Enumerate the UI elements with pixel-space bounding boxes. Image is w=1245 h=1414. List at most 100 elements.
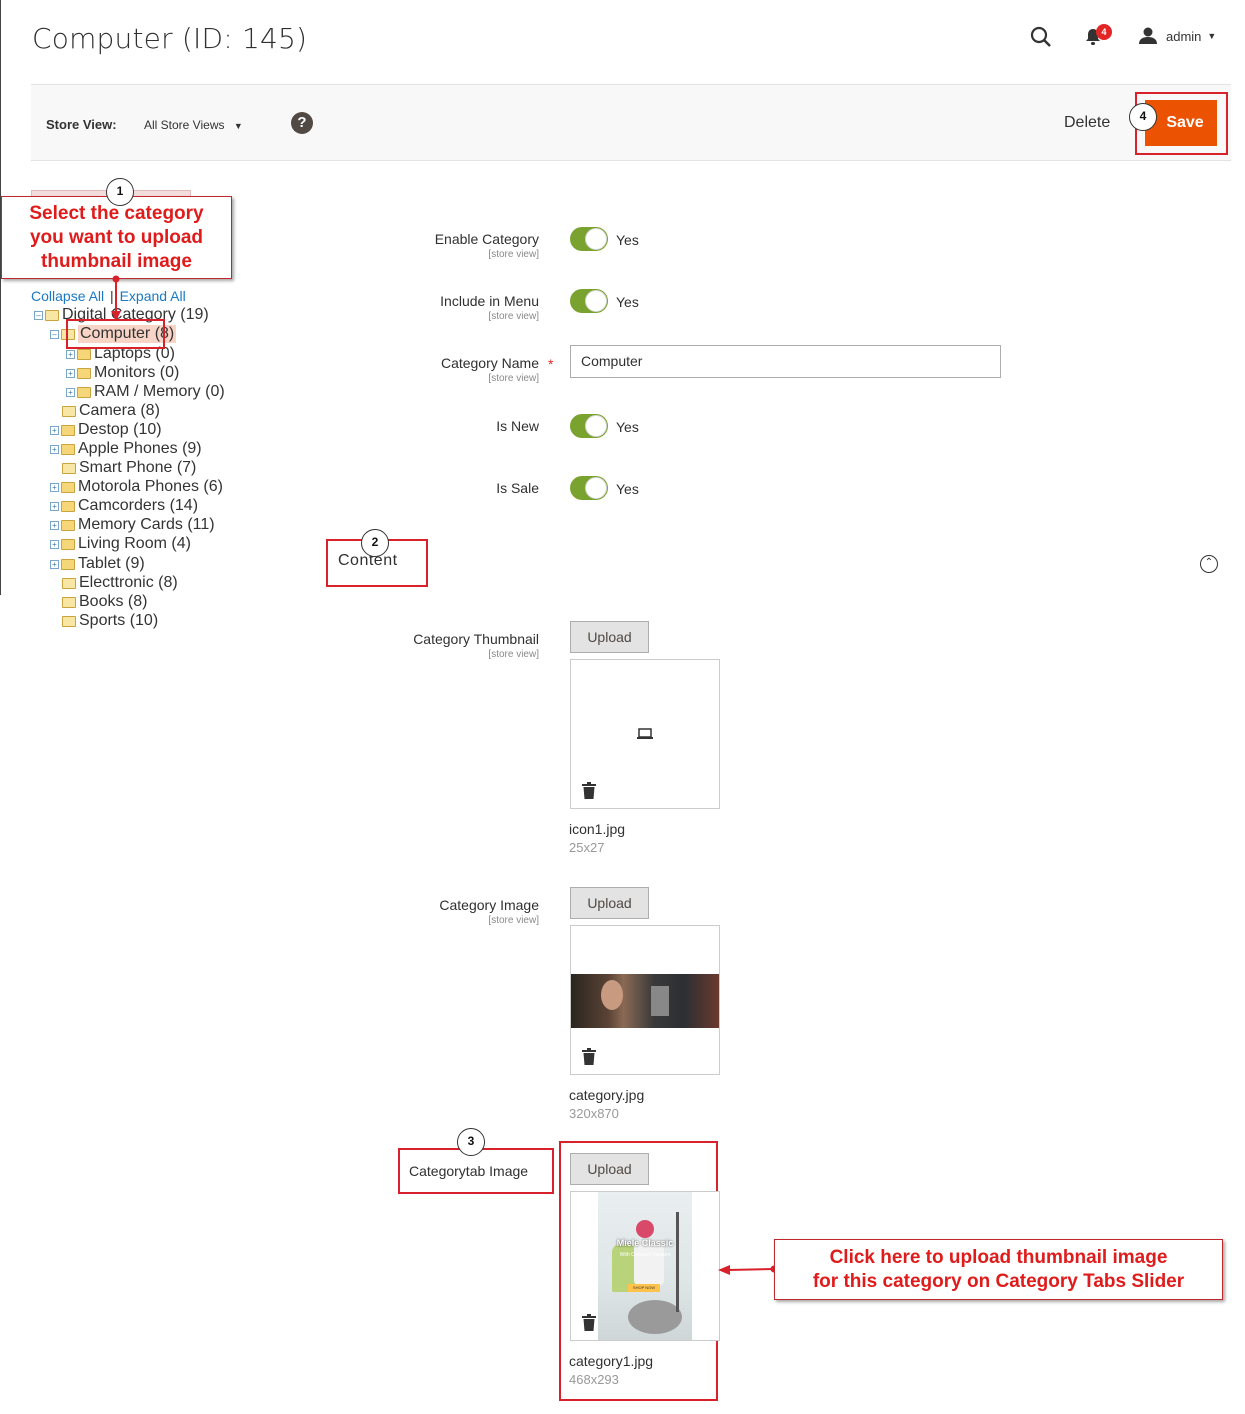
tree-node-label: Monitors (0) [94,364,180,381]
category-banner-photo [571,974,719,1028]
user-menu[interactable]: admin ▼ [1138,26,1216,46]
folder-icon [77,367,91,379]
tree-node-label: Motorola Phones (6) [78,478,223,495]
tree-node-living-room[interactable]: + Living Room (4) [50,535,191,553]
callout-line: thumbnail image [41,251,192,272]
help-icon[interactable]: ? [291,112,313,134]
scope-label: [store view] [488,249,539,260]
is-sale-value: Yes [616,481,639,497]
folder-icon [62,615,76,627]
folder-icon [61,519,75,531]
category-thumbnail-label: Category Thumbnail [413,631,539,647]
categorytab-file-name: category1.jpg [569,1353,654,1369]
collapse-toggle-icon[interactable]: – [34,310,43,320]
expand-toggle-icon[interactable]: + [50,501,59,511]
tree-node-label: Living Room (4) [78,535,191,552]
tree-node-apple-phones[interactable]: + Apple Phones (9) [50,440,202,458]
tree-node-memory-cards[interactable]: + Memory Cards (11) [50,516,215,534]
expand-toggle-icon[interactable]: + [50,559,59,569]
chevron-down-icon: ▼ [233,121,243,131]
is-new-value: Yes [616,419,639,435]
image-upload-button[interactable]: Upload [570,887,649,919]
callout-upload-thumbnail: Click here to upload thumbnail image for… [774,1239,1223,1300]
annotation-step-2: 2 [361,529,389,557]
callout-line: for this category on Category Tabs Slide… [812,1271,1185,1292]
collapse-all-link[interactable]: Collapse All [31,288,104,304]
scope-label: [store view] [488,373,539,384]
tree-node-label: Sports (10) [79,612,159,629]
tree-node-tablet[interactable]: + Tablet (9) [50,555,145,573]
trash-icon[interactable] [582,782,596,799]
tree-node-motorola-phones[interactable]: + Motorola Phones (6) [50,478,223,496]
tree-node-monitors[interactable]: + Monitors (0) [66,364,179,382]
is-new-toggle[interactable] [570,414,608,438]
category-image-file-size: 320x870 [569,1106,619,1121]
tree-node-label: Electtronic (8) [79,574,178,591]
category-name-input[interactable]: Computer [570,345,1001,378]
toggle-knob [585,228,607,250]
delete-button[interactable]: Delete [1064,114,1110,132]
toggle-knob [585,477,607,499]
callout-line: Click here to upload thumbnail image [829,1247,1168,1268]
store-view-switcher[interactable]: All Store Views ▼ [144,118,243,132]
promo-shop-button: SHOP NOW [628,1284,660,1292]
enable-category-toggle[interactable] [570,227,608,251]
tree-node-destop[interactable]: + Destop (10) [50,421,162,439]
tree-node-label: Camcorders (14) [78,497,199,514]
tree-node-label: Memory Cards (11) [78,516,215,533]
toggle-knob [585,290,607,312]
left-edge-line [0,0,1,595]
collapse-toggle-icon[interactable]: – [50,329,59,339]
tree-node-camera[interactable]: Camera (8) [62,402,160,420]
thumbnail-upload-button[interactable]: Upload [570,621,649,653]
trash-icon[interactable] [582,1314,596,1331]
expand-toggle-icon[interactable]: + [66,368,75,378]
is-sale-toggle[interactable] [570,476,608,500]
expand-toggle-icon[interactable]: + [66,349,75,359]
annotation-step-3: 3 [457,1128,485,1156]
expand-all-link[interactable]: Expand All [120,288,186,304]
photo-detail [628,1300,682,1334]
folder-icon [61,538,75,550]
notifications-button[interactable]: 4 [1084,24,1114,50]
promo-title: Miele Classic [616,1238,674,1248]
include-in-menu-toggle[interactable] [570,289,608,313]
categorytab-image-label: Categorytab Image [409,1163,529,1179]
expand-toggle-icon[interactable]: + [50,425,59,435]
tree-node-ram-memory[interactable]: + RAM / Memory (0) [66,383,225,401]
photo-detail [676,1212,679,1312]
store-view-value: All Store Views [144,118,225,132]
expand-toggle-icon[interactable]: + [50,482,59,492]
tree-node-label: Camera (8) [79,402,160,419]
thumbnail-preview [570,659,720,809]
chevron-up-icon[interactable]: ⌃ [1200,555,1218,573]
search-icon[interactable] [1030,26,1052,48]
category-image-preview [570,925,720,1075]
tree-node-label: Tablet (9) [78,555,145,572]
tree-node-electtronic[interactable]: Electtronic (8) [62,574,178,592]
chevron-down-icon: ▼ [1207,31,1217,41]
categorytab-promo-photo: Miele Classic With Compact Vacuum SHOP N… [598,1192,692,1340]
categorytab-upload-button[interactable]: Upload [570,1153,649,1185]
callout-line: you want to upload [29,227,204,248]
tree-node-sports[interactable]: Sports (10) [62,612,158,630]
folder-icon [62,577,76,589]
trash-icon[interactable] [582,1048,596,1065]
folder-icon [77,386,91,398]
expand-toggle-icon[interactable]: + [66,387,75,397]
folder-icon [61,500,75,512]
folder-icon [61,443,75,455]
folder-icon [61,481,75,493]
folder-icon [45,309,59,321]
toggle-knob [585,415,607,437]
expand-toggle-icon[interactable]: + [50,520,59,530]
tree-node-label: Apple Phones (9) [78,440,202,457]
tree-node-smart-phone[interactable]: Smart Phone (7) [62,459,196,477]
tree-node-camcorders[interactable]: + Camcorders (14) [50,497,198,515]
callout-select-category: Select the category you want to upload t… [1,196,232,279]
expand-toggle-icon[interactable]: + [50,539,59,549]
tree-node-label: Books (8) [79,593,148,610]
expand-toggle-icon[interactable]: + [50,444,59,454]
categorytab-file-size: 468x293 [569,1372,619,1387]
tree-node-books[interactable]: Books (8) [62,593,147,611]
